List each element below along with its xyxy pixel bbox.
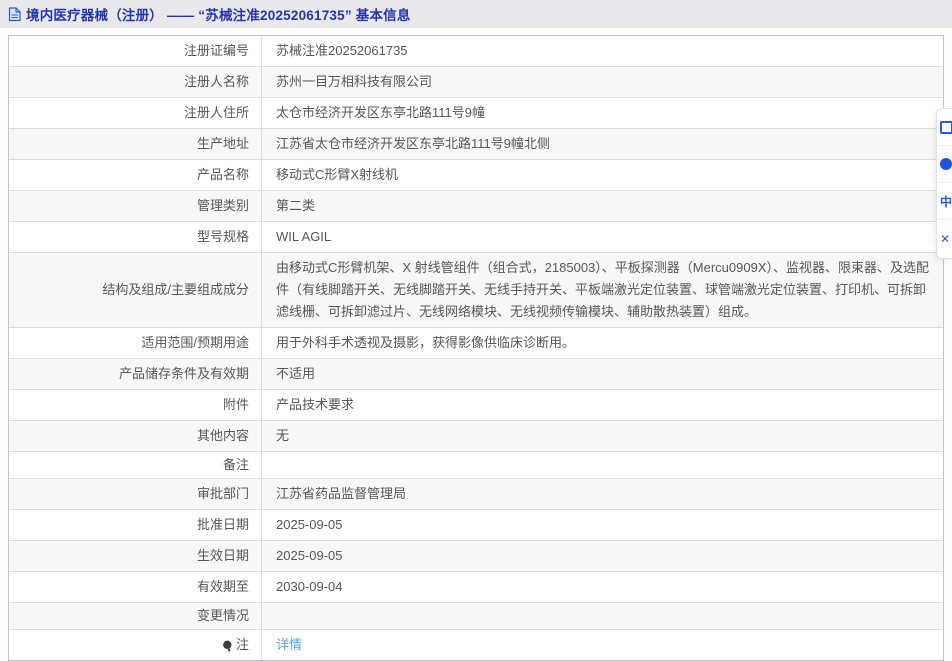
table-row: 变更情况 <box>9 603 943 630</box>
row-label-text: 有效期至 <box>197 578 249 596</box>
row-value: 2030-09-04 <box>262 572 943 602</box>
row-label-text: 注 <box>236 636 249 654</box>
row-value: 无 <box>262 421 943 451</box>
row-value: 江苏省太仓市经济开发区东亭北路111号9幢北侧 <box>262 129 943 159</box>
row-label: 审批部门 <box>9 479 262 509</box>
row-label: 附件 <box>9 390 262 420</box>
row-label-text: 附件 <box>223 396 249 414</box>
toolbar-translate-icon: 中 <box>940 193 952 210</box>
row-label: 注册人住所 <box>9 98 262 128</box>
document-icon <box>8 7 21 22</box>
row-value: 移动式C形臂X射线机 <box>262 160 943 190</box>
note-pin-icon <box>222 640 233 653</box>
row-value: 2025-09-05 <box>262 510 943 540</box>
row-label: 注册人名称 <box>9 67 262 97</box>
row-value: 苏械注准20252061735 <box>262 36 943 66</box>
row-label-text: 备注 <box>223 456 249 474</box>
row-label-text: 适用范围/预期用途 <box>141 334 249 352</box>
toolbar-close-icon[interactable]: ✕ <box>937 220 952 257</box>
row-label-text: 审批部门 <box>197 485 249 503</box>
row-value: 江苏省药品监督管理局 <box>262 479 943 509</box>
toolbar-close-icon: ✕ <box>940 232 950 246</box>
row-label: 有效期至 <box>9 572 262 602</box>
table-row: 注 详情 <box>9 630 943 660</box>
row-label-text: 管理类别 <box>197 197 249 215</box>
row-label: 注 <box>9 630 262 660</box>
row-label: 适用范围/预期用途 <box>9 328 262 358</box>
row-value: 第二类 <box>262 191 943 221</box>
row-label-text: 注册人住所 <box>184 104 249 122</box>
row-label-text: 生产地址 <box>197 135 249 153</box>
row-label: 注册证编号 <box>9 36 262 66</box>
table-row: 备注 <box>9 452 943 479</box>
row-label-text: 注册证编号 <box>184 42 249 60</box>
row-value: WIL AGIL <box>262 222 943 252</box>
row-value: 太仓市经济开发区东亭北路111号9幢 <box>262 98 943 128</box>
row-label: 型号规格 <box>9 222 262 252</box>
toolbar-translate-icon[interactable]: 中 <box>937 183 952 220</box>
row-label-text: 结构及组成/主要组成成分 <box>102 281 249 299</box>
row-value: 由移动式C形臂机架、X 射线管组件（组合式，2185003）、平板探测器（Mer… <box>262 253 943 327</box>
toolbar-disc-icon[interactable] <box>937 146 952 183</box>
row-label: 批准日期 <box>9 510 262 540</box>
table-row: 生产地址 江苏省太仓市经济开发区东亭北路111号9幢北侧 <box>9 129 943 160</box>
row-label: 变更情况 <box>9 603 262 629</box>
floating-toolbar: 中✕ <box>936 108 952 259</box>
page-header: 境内医疗器械（注册） —— “苏械注准20252061735” 基本信息 <box>0 0 952 28</box>
row-label: 生效日期 <box>9 541 262 571</box>
table-row: 型号规格 WIL AGIL <box>9 222 943 253</box>
row-label: 管理类别 <box>9 191 262 221</box>
row-label: 结构及组成/主要组成成分 <box>9 253 262 327</box>
row-value: 不适用 <box>262 359 943 389</box>
table-row: 产品名称 移动式C形臂X射线机 <box>9 160 943 191</box>
row-label-text: 型号规格 <box>197 228 249 246</box>
row-value: 2025-09-05 <box>262 541 943 571</box>
row-label-text: 变更情况 <box>197 607 249 625</box>
row-value: 用于外科手术透视及摄影，获得影像供临床诊断用。 <box>262 328 943 358</box>
detail-link[interactable]: 详情 <box>276 634 302 656</box>
table-row: 适用范围/预期用途 用于外科手术透视及摄影，获得影像供临床诊断用。 <box>9 328 943 359</box>
table-row: 注册人住所 太仓市经济开发区东亭北路111号9幢 <box>9 98 943 129</box>
row-label-text: 批准日期 <box>197 516 249 534</box>
row-value: 详情 <box>262 630 943 660</box>
row-label: 产品名称 <box>9 160 262 190</box>
table-row: 有效期至 2030-09-04 <box>9 572 943 603</box>
table-row: 其他内容 无 <box>9 421 943 452</box>
toolbar-window-icon <box>940 121 952 134</box>
row-value: 苏州一目万相科技有限公司 <box>262 67 943 97</box>
row-label: 生产地址 <box>9 129 262 159</box>
row-value: 产品技术要求 <box>262 390 943 420</box>
page-title: 境内医疗器械（注册） —— “苏械注准20252061735” 基本信息 <box>26 4 411 24</box>
registration-info-table: 注册证编号 苏械注准20252061735 注册人名称 苏州一目万相科技有限公司… <box>8 35 944 661</box>
table-row: 附件 产品技术要求 <box>9 390 943 421</box>
row-label: 其他内容 <box>9 421 262 451</box>
row-label-text: 注册人名称 <box>184 73 249 91</box>
table-row: 审批部门 江苏省药品监督管理局 <box>9 479 943 510</box>
table-row: 批准日期 2025-09-05 <box>9 510 943 541</box>
table-row: 产品储存条件及有效期 不适用 <box>9 359 943 390</box>
row-value <box>262 603 943 629</box>
table-row: 结构及组成/主要组成成分 由移动式C形臂机架、X 射线管组件（组合式，21850… <box>9 253 943 328</box>
row-label: 产品储存条件及有效期 <box>9 359 262 389</box>
table-row: 管理类别 第二类 <box>9 191 943 222</box>
toolbar-window-icon[interactable] <box>937 109 952 146</box>
row-label-text: 生效日期 <box>197 547 249 565</box>
row-label: 备注 <box>9 452 262 478</box>
row-label-text: 其他内容 <box>197 427 249 445</box>
row-label-text: 产品名称 <box>197 166 249 184</box>
table-row: 生效日期 2025-09-05 <box>9 541 943 572</box>
row-value <box>262 452 943 478</box>
row-label-text: 产品储存条件及有效期 <box>119 365 249 383</box>
toolbar-disc-icon <box>940 158 952 170</box>
table-row: 注册证编号 苏械注准20252061735 <box>9 36 943 67</box>
table-row: 注册人名称 苏州一目万相科技有限公司 <box>9 67 943 98</box>
